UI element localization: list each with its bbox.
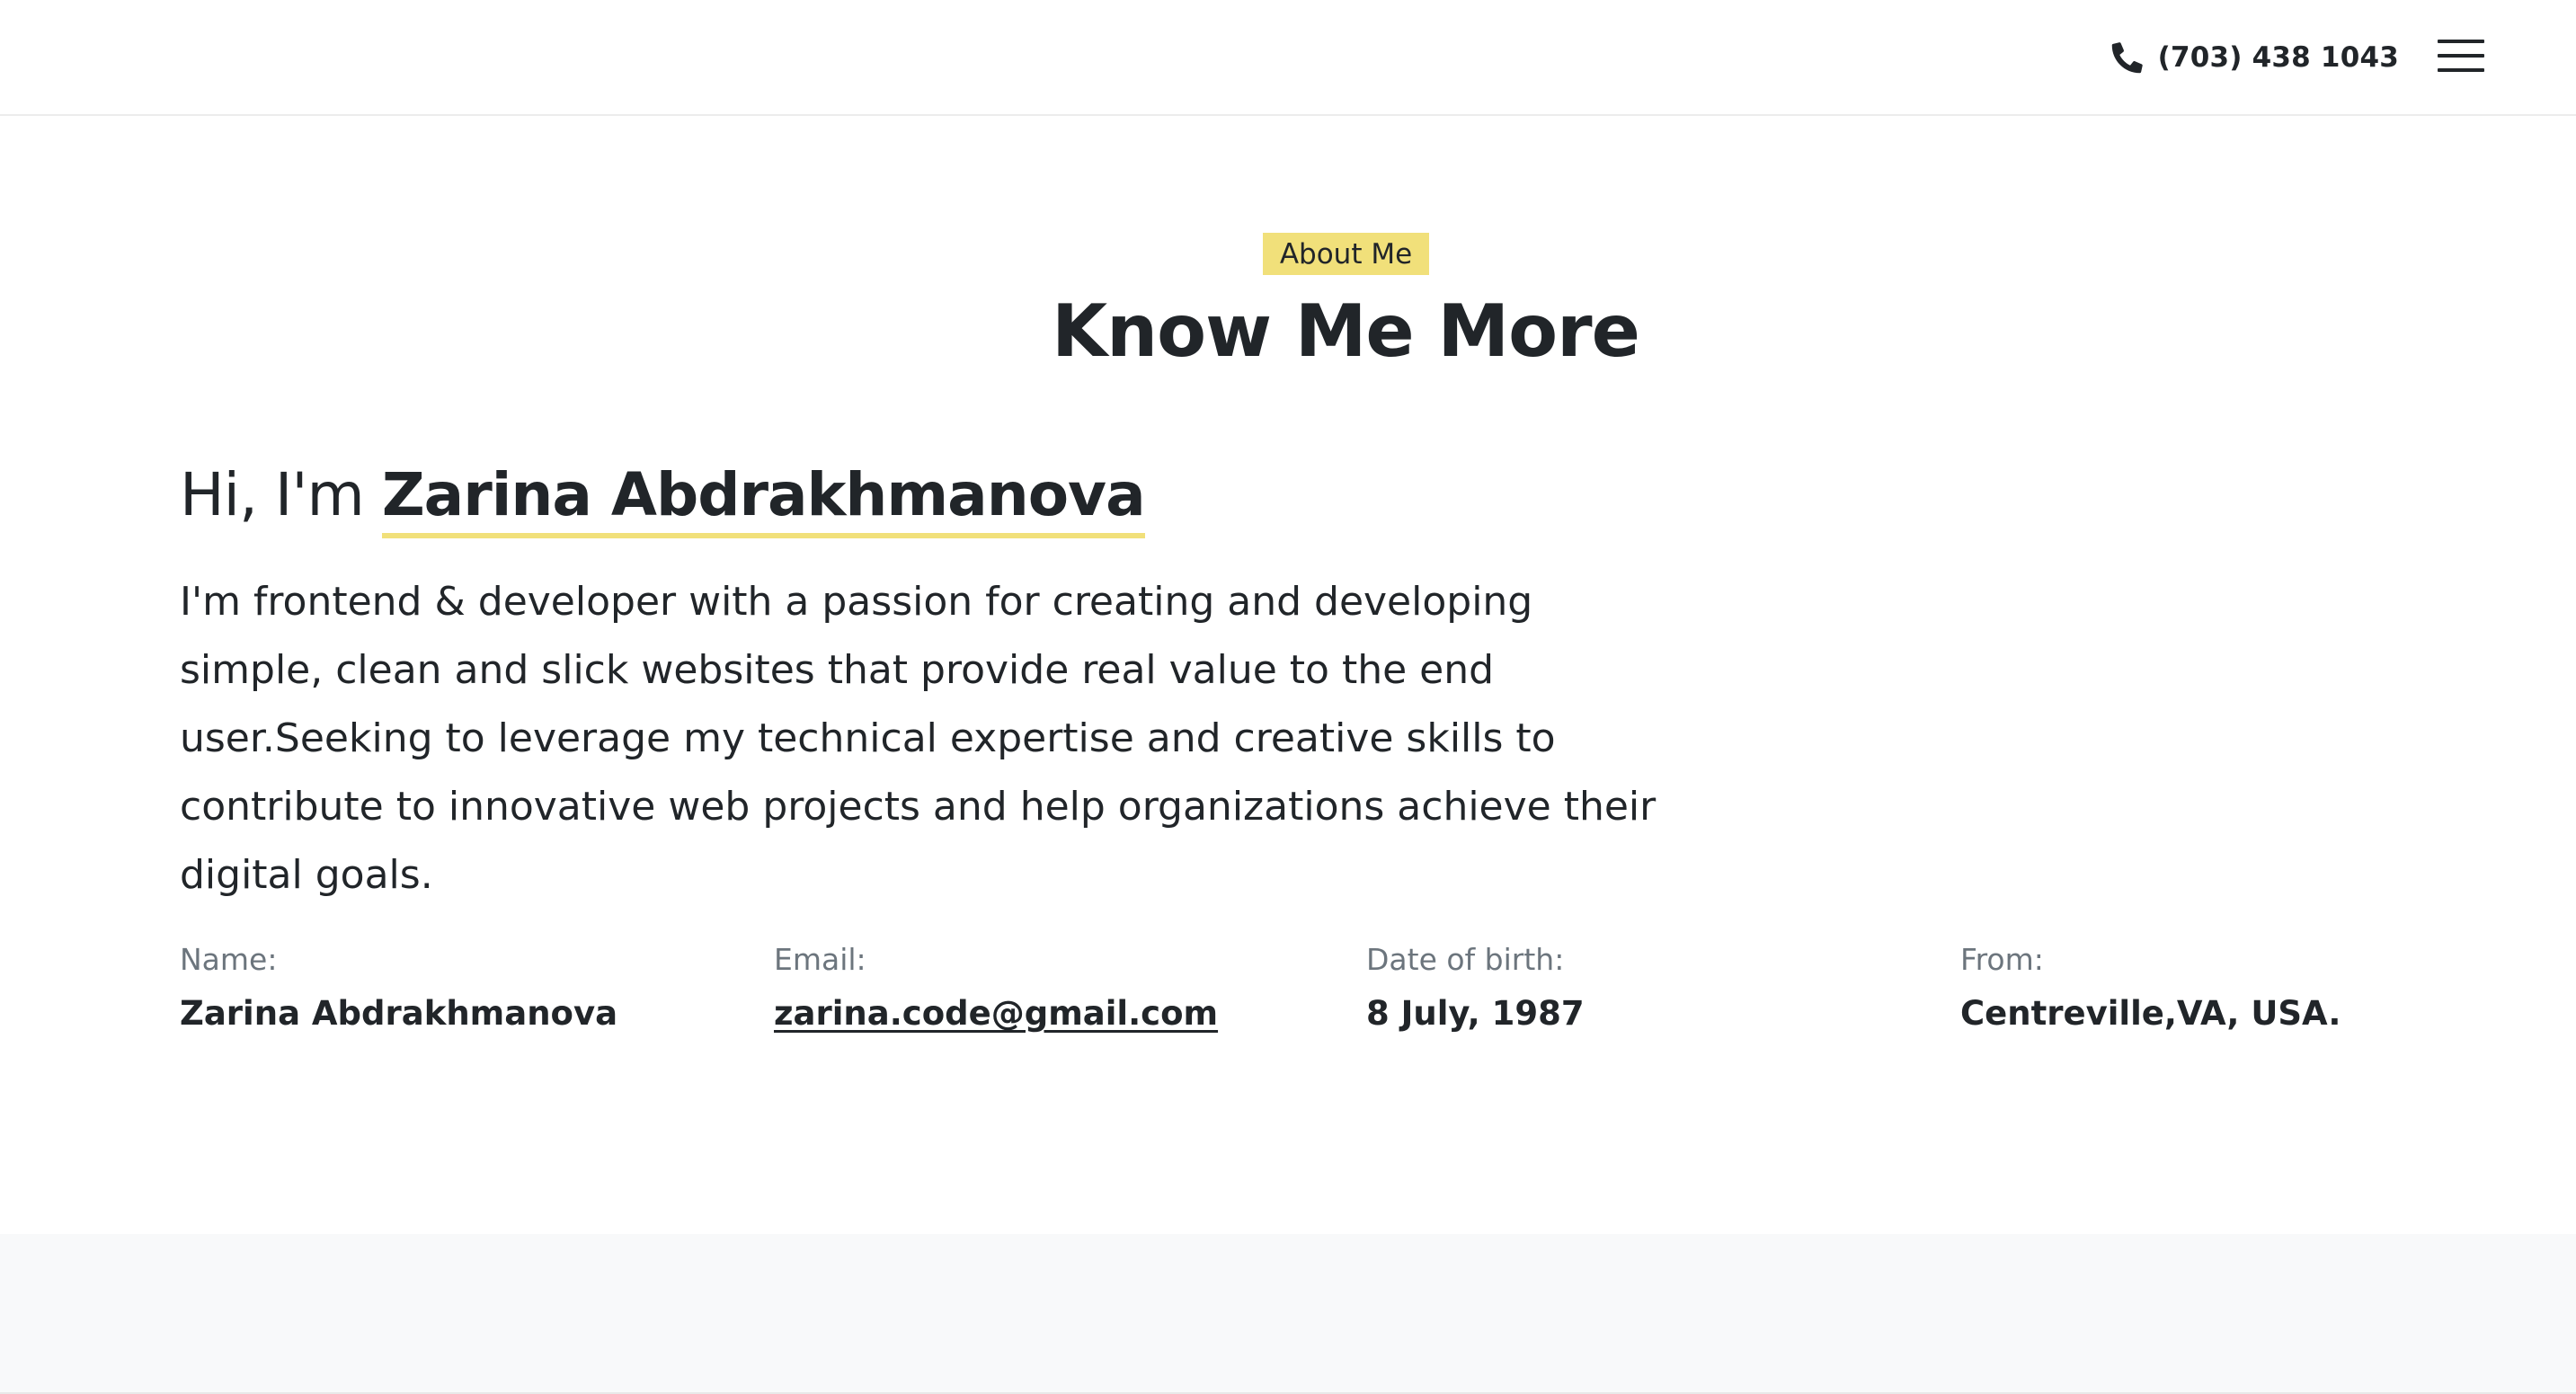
info-value: Zarina Abdrakhmanova xyxy=(180,994,618,1033)
info-label: Email: xyxy=(774,942,866,977)
phone-number[interactable]: (703) 438 1043 xyxy=(2158,41,2399,74)
greeting-text: Hi, I'm xyxy=(180,460,365,529)
info-date-of-birth: Date of birth: 8 July, 1987 xyxy=(1366,942,1585,1033)
top-navbar: (703) 438 1043 xyxy=(0,0,2576,116)
section-title: Know Me More xyxy=(1052,289,1640,373)
info-label: Date of birth: xyxy=(1366,942,1565,977)
intro-name: Zarina Abdrakhmanova xyxy=(381,460,1146,538)
info-label: Name: xyxy=(180,942,278,977)
section-badge: About Me xyxy=(1263,233,1429,275)
hamburger-menu-icon[interactable] xyxy=(2438,36,2484,75)
info-name: Name: Zarina Abdrakhmanova xyxy=(180,942,617,1033)
info-email: Email: zarina.code@gmail.com xyxy=(774,942,1218,1033)
info-value: 8 July, 1987 xyxy=(1366,994,1585,1033)
menu-bar xyxy=(2438,68,2484,72)
menu-bar xyxy=(2438,54,2484,58)
intro-heading: Hi, I'm Zarina Abdrakhmanova xyxy=(180,460,1146,538)
next-section-band xyxy=(0,1234,2576,1394)
menu-bar xyxy=(2438,40,2484,43)
info-from: From: Centreville,VA, USA. xyxy=(1960,942,2341,1033)
info-label: From: xyxy=(1960,942,2044,977)
phone-link[interactable]: (703) 438 1043 xyxy=(2111,36,2399,79)
info-value: Centreville,VA, USA. xyxy=(1960,994,2341,1033)
email-link[interactable]: zarina.code@gmail.com xyxy=(774,994,1218,1033)
phone-icon xyxy=(2111,42,2143,74)
intro-description: I'm frontend & developer with a passion … xyxy=(180,579,1657,898)
info-value: zarina.code@gmail.com xyxy=(774,994,1218,1033)
